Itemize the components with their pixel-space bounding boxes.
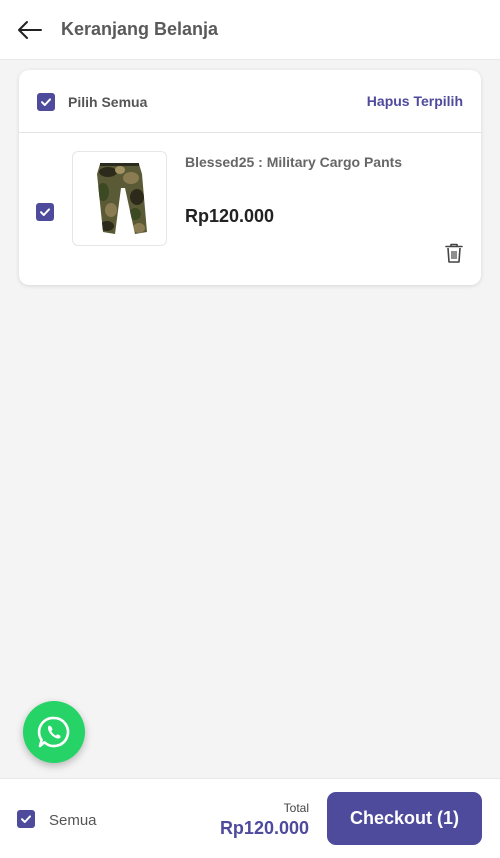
whatsapp-button[interactable] (23, 701, 85, 763)
cargo-pants-image (97, 163, 147, 234)
select-all-label: Pilih Semua (68, 94, 148, 110)
select-all-footer-checkbox[interactable] (17, 810, 35, 828)
select-all-checkbox[interactable] (37, 93, 55, 111)
item-checkbox[interactable] (36, 203, 54, 221)
delete-selected-button[interactable]: Hapus Terpilih (367, 93, 463, 109)
trash-icon (445, 243, 463, 263)
delete-item-button[interactable] (444, 242, 464, 264)
app-header: Keranjang Belanja (0, 0, 500, 60)
checkout-bar: Semua Total Rp120.000 Checkout (1) (0, 778, 500, 858)
check-icon (41, 98, 51, 106)
check-icon (21, 815, 31, 823)
total-label: Total (283, 801, 309, 815)
cart-card: Pilih Semua Hapus Terpilih Blessed25: M… (19, 70, 481, 285)
total-value: Rp120.000 (219, 818, 309, 838)
product-thumbnail[interactable] (72, 151, 167, 246)
checkout-button[interactable]: Checkout (1) (327, 792, 482, 845)
product-price: Rp120.000 (185, 206, 275, 226)
whatsapp-icon (37, 716, 70, 748)
page-title: Keranjang Belanja (61, 19, 219, 39)
arrow-left-icon (18, 21, 42, 39)
back-button[interactable] (16, 17, 44, 43)
cart-card-header: Pilih Semua Hapus Terpilih (19, 70, 481, 133)
check-icon (40, 208, 50, 216)
select-all-footer-label: Semua (49, 812, 97, 829)
product-name[interactable]: Blessed25 : Military Cargo Pants (185, 154, 402, 170)
